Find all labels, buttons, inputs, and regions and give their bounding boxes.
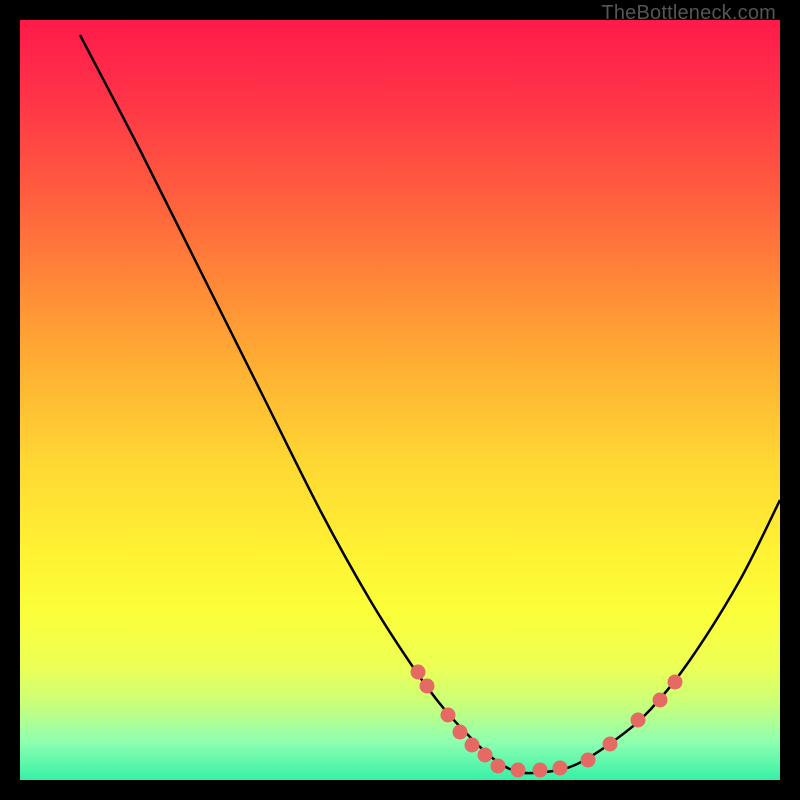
- chart-svg: [20, 20, 780, 780]
- marker-dot: [653, 693, 667, 707]
- marker-dots-group: [411, 665, 682, 777]
- marker-dot: [553, 761, 567, 775]
- marker-dot: [453, 725, 467, 739]
- marker-dot: [668, 675, 682, 689]
- marker-dot: [441, 708, 455, 722]
- marker-dot: [491, 759, 505, 773]
- bottleneck-curve: [80, 35, 780, 773]
- marker-dot: [465, 738, 479, 752]
- marker-dot: [631, 713, 645, 727]
- marker-dot: [420, 679, 434, 693]
- marker-dot: [478, 748, 492, 762]
- marker-dot: [603, 737, 617, 751]
- marker-dot: [511, 763, 525, 777]
- marker-dot: [411, 665, 425, 679]
- marker-dot: [533, 763, 547, 777]
- chart-frame: TheBottleneck.com: [20, 20, 780, 780]
- marker-dot: [581, 753, 595, 767]
